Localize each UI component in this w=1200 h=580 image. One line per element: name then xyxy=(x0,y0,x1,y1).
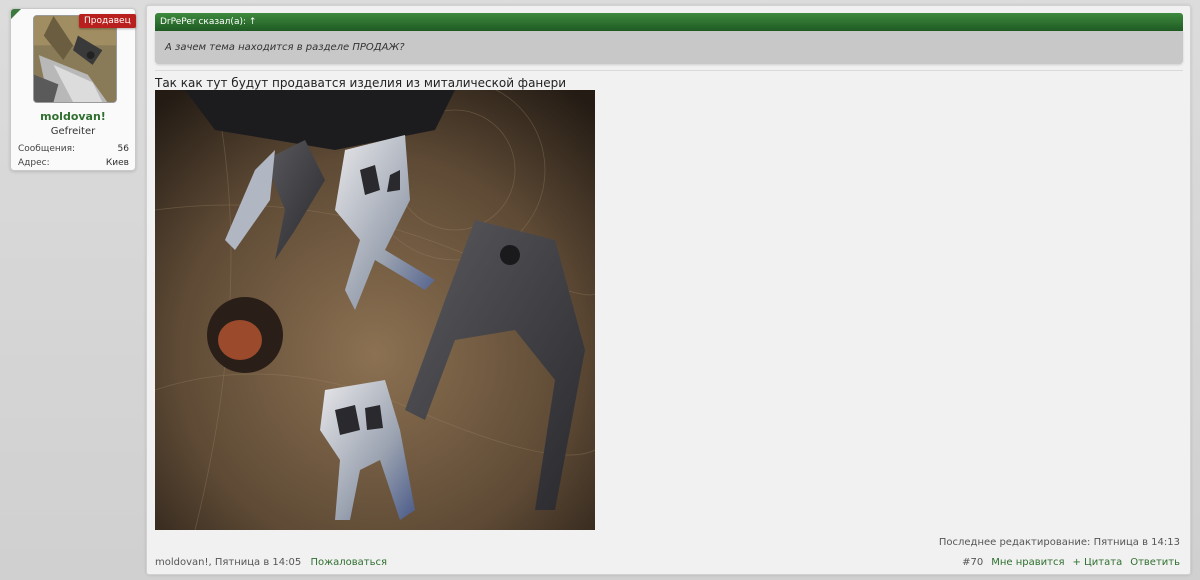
like-link[interactable]: Мне нравится xyxy=(991,557,1064,568)
post-text: Так как тут будут продаватся изделия из … xyxy=(155,76,567,90)
stat-value: Киев xyxy=(105,158,129,168)
post-photo xyxy=(155,90,595,530)
quote-text: А зачем тема находится в разделе ПРОДАЖ? xyxy=(155,31,1183,64)
post-footer-actions: #70 Мне нравится + Цитата Ответить xyxy=(962,557,1180,568)
stat-label: Адрес: xyxy=(18,158,50,168)
avatar[interactable] xyxy=(33,15,117,103)
seller-badge: Продавец xyxy=(79,14,136,28)
stat-address: Адрес: Киев xyxy=(18,158,129,168)
avatar-image xyxy=(34,16,116,102)
stat-value: 56 xyxy=(117,144,129,154)
post-number-link[interactable]: #70 xyxy=(962,557,983,568)
post: DrPePer сказал(а): ↑ А зачем тема находи… xyxy=(146,5,1191,575)
stat-label: Сообщения: xyxy=(18,144,76,154)
edited-note: Последнее редактирование: Пятница в 14:1… xyxy=(938,537,1180,548)
post-footer-left: moldovan!, Пятница в 14:05 Пожаловаться xyxy=(155,557,387,568)
report-link[interactable]: Пожаловаться xyxy=(310,557,387,568)
reply-link[interactable]: Ответить xyxy=(1130,557,1180,568)
username[interactable]: moldovan! xyxy=(11,110,135,123)
quote-header[interactable]: DrPePer сказал(а): ↑ xyxy=(155,13,1183,31)
user-title: Gefreiter xyxy=(50,126,96,137)
divider xyxy=(155,70,1183,71)
author-time[interactable]: moldovan!, Пятница в 14:05 xyxy=(155,557,301,568)
user-card: Продавец moldovan! Gefreiter Сообщения: … xyxy=(10,8,136,171)
stat-messages: Сообщения: 56 xyxy=(18,144,129,154)
quote-link[interactable]: + Цитата xyxy=(1072,557,1122,568)
post-image[interactable] xyxy=(155,90,595,530)
card-corner-marker xyxy=(11,9,21,19)
